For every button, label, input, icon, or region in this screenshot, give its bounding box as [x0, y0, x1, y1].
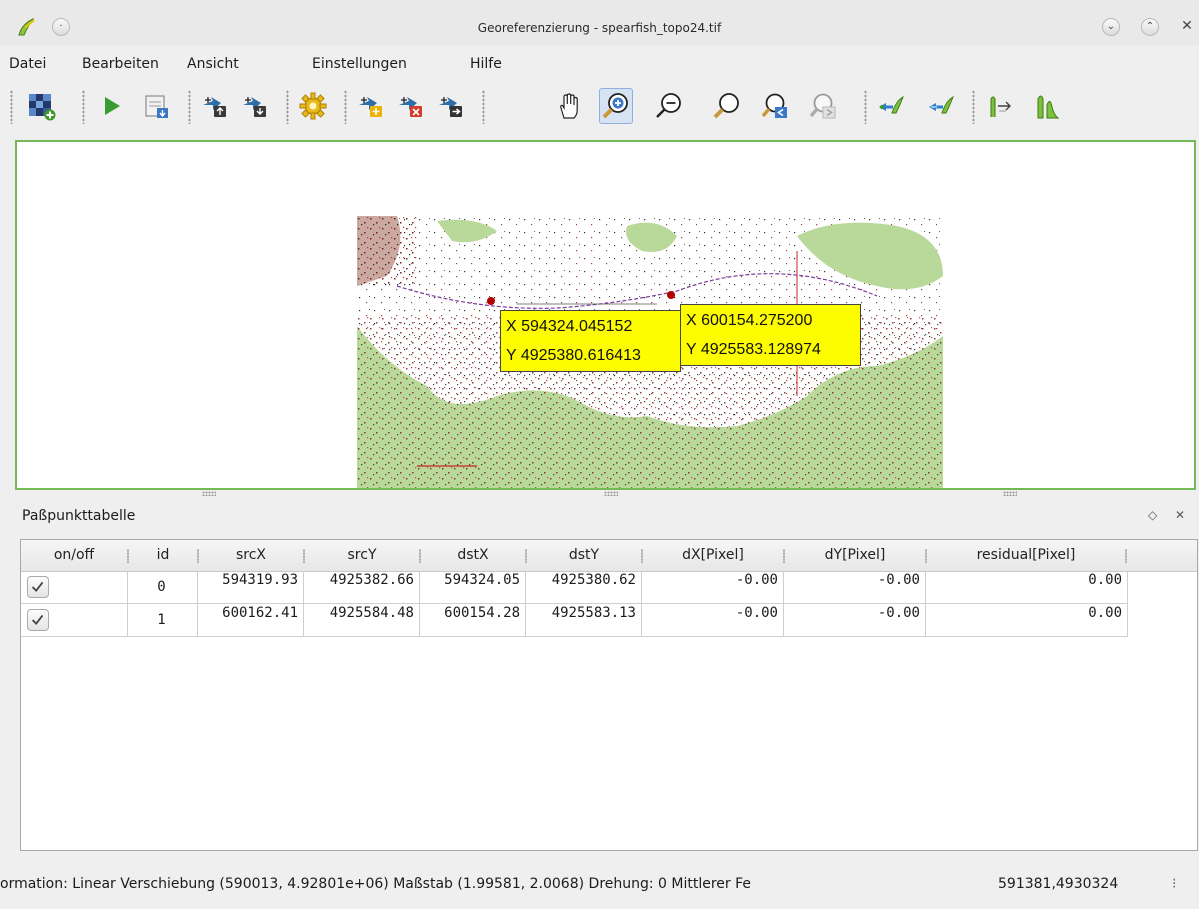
- gcp-label-1: X 600154.275200 Y 4925583.128974: [680, 304, 861, 366]
- save-gcp-points-icon[interactable]: [238, 88, 272, 124]
- dsty-cell[interactable]: 4925380.62: [526, 571, 642, 604]
- menu-bearbeiten[interactable]: Bearbeiten: [82, 56, 159, 72]
- transformation-status-text: ormation: Linear Verschiebung (590013, 4…: [0, 876, 752, 892]
- zoom-last-icon[interactable]: [758, 88, 792, 124]
- status-bar: ormation: Linear Verschiebung (590013, 4…: [0, 852, 1199, 909]
- column-header-srcy[interactable]: srcY: [305, 540, 419, 571]
- toolbar-grip[interactable]: [10, 90, 13, 124]
- column-header-on-off[interactable]: on/off: [21, 540, 127, 571]
- cursor-coordinates: 591381,4930324: [998, 876, 1119, 892]
- status-bar-resize-grip[interactable]: ⁝: [1172, 876, 1176, 892]
- zoom-next-icon[interactable]: [806, 88, 840, 124]
- column-header-dstx[interactable]: dstX: [421, 540, 525, 571]
- srcy-cell[interactable]: 4925584.48: [304, 604, 420, 637]
- column-header-dy[interactable]: dY[Pixel]: [785, 540, 925, 571]
- toolbar-grip[interactable]: [972, 90, 975, 124]
- toolbar-grip[interactable]: [344, 90, 347, 124]
- dx-cell: -0.00: [642, 604, 784, 637]
- zoom-to-layer-icon[interactable]: [710, 88, 744, 124]
- column-header-dx[interactable]: dX[Pixel]: [643, 540, 783, 571]
- id-cell: 1: [128, 604, 198, 637]
- dock-float-icon[interactable]: ◇: [1148, 508, 1157, 522]
- toolbar-grip[interactable]: [82, 90, 85, 124]
- load-gcp-points-icon[interactable]: [198, 88, 232, 124]
- move-point-icon[interactable]: [434, 88, 468, 124]
- start-georeferencing-icon[interactable]: [94, 88, 128, 124]
- gcp-panel-title: Paßpunkttabelle: [22, 508, 136, 524]
- close-button[interactable]: ✕: [1178, 18, 1196, 36]
- gcp-label-1-x: X 600154.275200: [686, 312, 813, 329]
- toolbar-grip[interactable]: [864, 90, 867, 124]
- title-bar: · Georeferenzierung - spearfish_topo24.t…: [0, 0, 1199, 46]
- residual-cell: 0.00: [926, 604, 1128, 637]
- srcx-cell[interactable]: 594319.93: [198, 571, 304, 604]
- link-georeferencer-to-qgis-icon[interactable]: [874, 88, 908, 124]
- dstx-cell[interactable]: 600154.28: [420, 604, 526, 637]
- dy-cell: -0.00: [784, 604, 926, 637]
- dsty-cell[interactable]: 4925583.13: [526, 604, 642, 637]
- checkmark-icon: [31, 581, 44, 593]
- toolbar-grip[interactable]: [188, 90, 191, 124]
- menu-ansicht[interactable]: Ansicht: [187, 56, 239, 72]
- column-header-srcx[interactable]: srcX: [199, 540, 303, 571]
- zoom-out-icon[interactable]: [652, 88, 686, 124]
- open-raster-icon[interactable]: [24, 88, 58, 124]
- zoom-in-icon[interactable]: [599, 88, 633, 124]
- gcp-label-0-y: Y 4925380.616413: [506, 347, 641, 364]
- menu-einstellungen[interactable]: Einstellungen: [312, 56, 407, 72]
- dock-splitter-handle[interactable]: [1003, 491, 1017, 496]
- gcp-label-0: X 594324.045152 Y 4925380.616413: [500, 310, 681, 372]
- dstx-cell[interactable]: 594324.05: [420, 571, 526, 604]
- menu-bar: Datei Bearbeiten Ansicht Einstellungen H…: [0, 46, 1199, 80]
- menu-hilfe[interactable]: Hilfe: [470, 56, 502, 72]
- window-title: Georeferenzierung - spearfish_topo24.tif: [477, 21, 722, 35]
- dock-close-icon[interactable]: ✕: [1175, 508, 1185, 522]
- minimize-button[interactable]: ⌄: [1102, 18, 1120, 36]
- toolbar: [0, 80, 1199, 136]
- residual-cell: 0.00: [926, 571, 1128, 604]
- delete-point-icon[interactable]: [394, 88, 428, 124]
- srcx-cell[interactable]: 600162.41: [198, 604, 304, 637]
- column-header-id[interactable]: id: [129, 540, 197, 571]
- toolbar-grip[interactable]: [482, 90, 485, 124]
- transformation-settings-icon[interactable]: [296, 88, 330, 124]
- menu-datei[interactable]: Datei: [9, 56, 46, 72]
- column-header-residual[interactable]: residual[Pixel]: [927, 540, 1125, 571]
- id-cell: 0: [128, 571, 198, 604]
- dx-cell: -0.00: [642, 571, 784, 604]
- generate-gdal-script-icon[interactable]: [140, 88, 174, 124]
- column-header-dsty[interactable]: dstY: [527, 540, 641, 571]
- srcy-cell[interactable]: 4925382.66: [304, 571, 420, 604]
- point-enabled-checkbox[interactable]: [27, 576, 49, 598]
- maximize-button[interactable]: ⌃: [1141, 18, 1159, 36]
- table-row[interactable]: 1 600162.41 4925584.48 600154.28 4925583…: [21, 604, 1128, 637]
- toolbar-grip[interactable]: [286, 90, 289, 124]
- column-separator[interactable]: [1125, 549, 1127, 563]
- dy-cell: -0.00: [784, 571, 926, 604]
- local-histogram-stretch-icon[interactable]: [1030, 88, 1064, 124]
- georeferencer-map-canvas[interactable]: X 594324.045152 Y 4925380.616413 X 60015…: [15, 140, 1196, 490]
- on-off-cell: [21, 571, 128, 604]
- table-header: on/off id srcX srcY dstX dstY dX[Pixel] …: [21, 540, 1197, 572]
- full-histogram-stretch-icon[interactable]: [984, 88, 1018, 124]
- link-qgis-to-georeferencer-icon[interactable]: [924, 88, 958, 124]
- gcp-label-1-y: Y 4925583.128974: [686, 341, 821, 358]
- dock-splitter-handle[interactable]: [202, 491, 216, 496]
- transformation-status-message: ormation: Linear Verschiebung (590013, 4…: [0, 876, 990, 892]
- on-off-cell: [21, 604, 128, 637]
- point-enabled-checkbox[interactable]: [27, 609, 49, 631]
- checkmark-icon: [31, 614, 44, 626]
- gcp-table: on/off id srcX srcY dstX dstY dX[Pixel] …: [20, 539, 1198, 851]
- pan-icon[interactable]: [552, 88, 586, 124]
- table-row[interactable]: 0 594319.93 4925382.66 594324.05 4925380…: [21, 571, 1128, 604]
- add-point-icon[interactable]: [354, 88, 388, 124]
- gcp-label-0-x: X 594324.045152: [506, 318, 633, 335]
- dock-splitter-handle[interactable]: [604, 491, 618, 496]
